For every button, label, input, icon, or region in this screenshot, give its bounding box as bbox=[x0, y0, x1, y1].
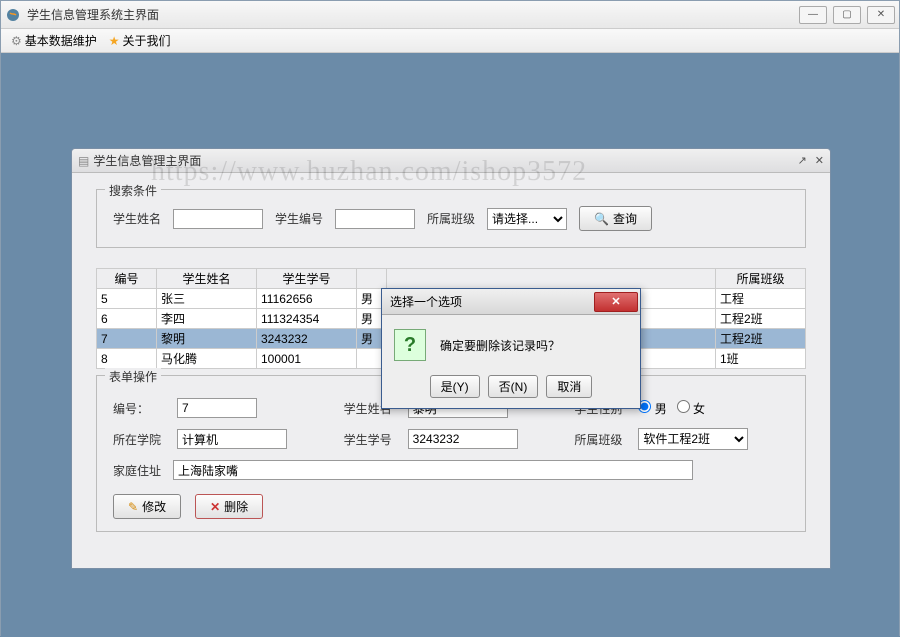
form-no-input[interactable] bbox=[177, 398, 257, 418]
dialog-titlebar: 选择一个选项 ✕ bbox=[382, 289, 640, 315]
search-button[interactable]: 🔍 查询 bbox=[579, 206, 652, 231]
table-cell: 张三 bbox=[157, 289, 257, 309]
table-cell: 111324354 bbox=[257, 309, 357, 329]
table-cell: 8 bbox=[97, 349, 157, 369]
search-name-label: 学生姓名 bbox=[113, 210, 161, 227]
modify-button-label: 修改 bbox=[142, 498, 166, 515]
table-cell: 1班 bbox=[716, 349, 806, 369]
dialog-yes-label: 是(Y) bbox=[441, 378, 469, 395]
search-class-label: 所属班级 bbox=[427, 210, 475, 227]
form-sid-label: 学生学号 bbox=[344, 431, 392, 448]
search-button-label: 查询 bbox=[613, 210, 637, 227]
dialog-no-button[interactable]: 否(N) bbox=[488, 375, 539, 398]
radio-female-label: 女 bbox=[693, 402, 705, 416]
search-class-select[interactable]: 请选择... bbox=[487, 208, 567, 230]
dialog-title: 选择一个选项 bbox=[390, 293, 594, 310]
minimize-button[interactable]: — bbox=[799, 6, 827, 24]
radio-male-wrap[interactable]: 男 bbox=[638, 400, 666, 417]
dialog-cancel-button[interactable]: 取消 bbox=[546, 375, 592, 398]
form-college-label: 所在学院 bbox=[113, 431, 161, 448]
table-cell: 黎明 bbox=[157, 329, 257, 349]
dialog-yes-button[interactable]: 是(Y) bbox=[430, 375, 480, 398]
table-cell: 6 bbox=[97, 309, 157, 329]
form-class-label: 所属班级 bbox=[574, 431, 622, 448]
menu-about-label: 关于我们 bbox=[123, 32, 171, 49]
radio-female[interactable] bbox=[677, 400, 690, 413]
table-cell: 11162656 bbox=[257, 289, 357, 309]
col-no: 编号 bbox=[97, 269, 157, 289]
table-cell: 7 bbox=[97, 329, 157, 349]
delete-button-label: 删除 bbox=[224, 498, 248, 515]
table-cell: 5 bbox=[97, 289, 157, 309]
radio-male-label: 男 bbox=[655, 402, 667, 416]
menu-data-maintenance-label: 基本数据维护 bbox=[25, 32, 97, 49]
internal-restore-button[interactable]: ↗ bbox=[798, 154, 807, 167]
form-addr-input[interactable] bbox=[173, 460, 693, 480]
menu-about[interactable]: ★ 关于我们 bbox=[105, 30, 175, 51]
window-controls: — ▢ ✕ bbox=[799, 6, 895, 24]
table-cell: 工程 bbox=[716, 289, 806, 309]
table-cell: 3243232 bbox=[257, 329, 357, 349]
search-legend: 搜索条件 bbox=[105, 182, 161, 199]
java-icon bbox=[5, 7, 21, 23]
internal-title: 学生信息管理主界面 bbox=[93, 152, 797, 169]
form-college-input[interactable] bbox=[177, 429, 287, 449]
delete-button[interactable]: ✕ 删除 bbox=[195, 494, 263, 519]
table-cell: 马化腾 bbox=[157, 349, 257, 369]
dialog-close-button[interactable]: ✕ bbox=[594, 292, 638, 312]
form-class-select[interactable]: 软件工程2班 bbox=[638, 428, 748, 450]
radio-female-wrap[interactable]: 女 bbox=[677, 400, 705, 417]
form-sid-input[interactable] bbox=[408, 429, 518, 449]
modify-button[interactable]: ✎ 修改 bbox=[113, 494, 181, 519]
menu-data-maintenance[interactable]: ⚙ 基本数据维护 bbox=[7, 30, 101, 51]
mdi-desktop: https://www.huzhan.com/ishop3572 ▤ 学生信息管… bbox=[1, 53, 899, 637]
table-cell: 工程2班 bbox=[716, 309, 806, 329]
main-window: 学生信息管理系统主界面 — ▢ ✕ ⚙ 基本数据维护 ★ 关于我们 https:… bbox=[0, 0, 900, 636]
search-icon: 🔍 bbox=[594, 212, 609, 226]
maximize-button[interactable]: ▢ bbox=[833, 6, 861, 24]
dialog-cancel-label: 取消 bbox=[557, 378, 581, 395]
form-no-label: 编号： bbox=[113, 400, 161, 417]
col-class: 所属班级 bbox=[716, 269, 806, 289]
internal-titlebar: ▤ 学生信息管理主界面 ↗ ✕ bbox=[72, 149, 830, 173]
pencil-icon: ✎ bbox=[128, 500, 138, 514]
search-id-label: 学生编号 bbox=[275, 210, 323, 227]
doc-icon: ▤ bbox=[78, 154, 89, 168]
col-hidden bbox=[387, 269, 716, 289]
table-cell: 工程2班 bbox=[716, 329, 806, 349]
search-id-input[interactable] bbox=[335, 209, 415, 229]
form-addr-label: 家庭住址 bbox=[113, 462, 161, 479]
col-sid: 学生学号 bbox=[257, 269, 357, 289]
close-button[interactable]: ✕ bbox=[867, 6, 895, 24]
gear-icon: ⚙ bbox=[11, 34, 22, 48]
form-legend: 表单操作 bbox=[105, 368, 161, 385]
confirm-dialog: 选择一个选项 ✕ ? 确定要删除该记录吗？ 是(Y) 否(N) 取消 bbox=[381, 288, 641, 409]
table-header-row: 编号 学生姓名 学生学号 所属班级 bbox=[97, 269, 806, 289]
dialog-message: 确定要删除该记录吗？ bbox=[440, 337, 560, 354]
question-icon: ? bbox=[394, 329, 426, 361]
col-sex bbox=[357, 269, 387, 289]
search-fieldset: 搜索条件 学生姓名 学生编号 所属班级 请选择... 🔍 查询 bbox=[96, 189, 806, 248]
col-name: 学生姓名 bbox=[157, 269, 257, 289]
main-titlebar: 学生信息管理系统主界面 — ▢ ✕ bbox=[1, 1, 899, 29]
dialog-no-label: 否(N) bbox=[499, 378, 528, 395]
star-icon: ★ bbox=[109, 34, 120, 48]
internal-close-button[interactable]: ✕ bbox=[815, 154, 824, 167]
menubar: ⚙ 基本数据维护 ★ 关于我们 bbox=[1, 29, 899, 53]
main-title: 学生信息管理系统主界面 bbox=[27, 6, 799, 23]
form-sex-group: 男 女 bbox=[638, 400, 789, 417]
table-cell: 李四 bbox=[157, 309, 257, 329]
table-cell: 100001 bbox=[257, 349, 357, 369]
search-name-input[interactable] bbox=[173, 209, 263, 229]
delete-x-icon: ✕ bbox=[210, 500, 220, 514]
